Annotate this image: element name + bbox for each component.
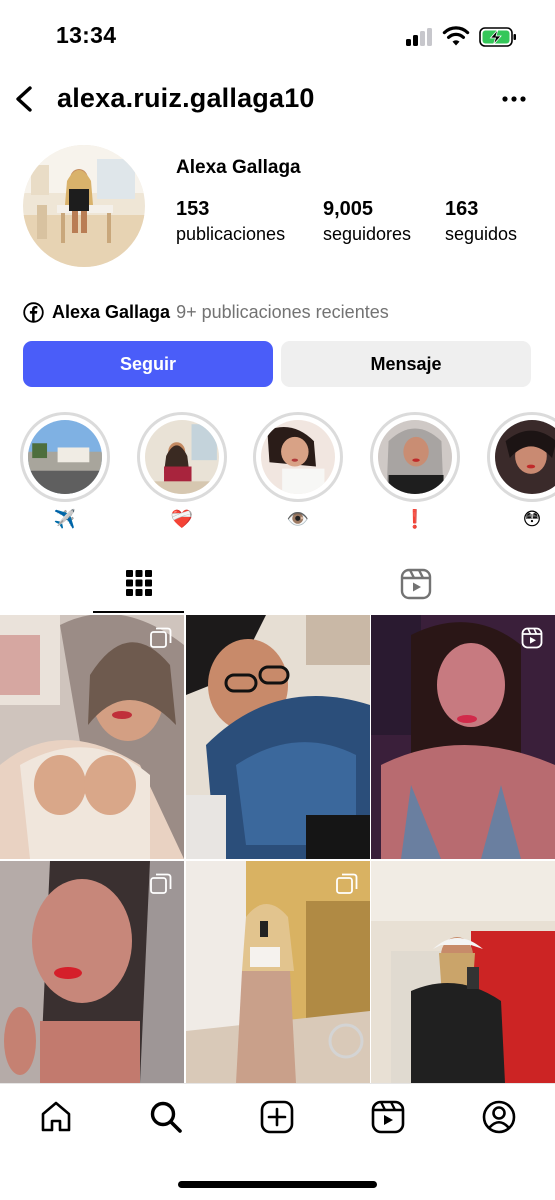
followers-label: seguidores bbox=[323, 224, 412, 244]
message-button[interactable]: Mensaje bbox=[281, 341, 531, 387]
highlight-cover bbox=[28, 420, 102, 494]
carousel-icon bbox=[336, 873, 358, 894]
reel-icon bbox=[521, 627, 543, 649]
post-thumbnail[interactable] bbox=[186, 861, 370, 1105]
create-post-icon[interactable] bbox=[259, 1099, 295, 1135]
search-icon[interactable] bbox=[148, 1099, 184, 1135]
battery-charging-icon bbox=[479, 27, 516, 47]
highlight-cover bbox=[261, 420, 335, 494]
follow-button[interactable]: Seguir bbox=[23, 341, 273, 387]
back-arrow-icon[interactable] bbox=[12, 83, 36, 115]
wifi-icon bbox=[442, 26, 470, 46]
cellular-signal-icon bbox=[406, 28, 434, 46]
post-image bbox=[186, 615, 370, 859]
home-icon[interactable] bbox=[38, 1099, 74, 1135]
post-thumbnail[interactable] bbox=[0, 615, 184, 859]
posts-stat[interactable]: 153 publicaciones bbox=[176, 196, 285, 246]
facebook-icon bbox=[23, 301, 44, 323]
highlight-label: ❤️‍🩹 bbox=[170, 509, 194, 530]
status-time: 13:34 bbox=[56, 22, 117, 48]
highlight-label: 😳 bbox=[522, 509, 542, 530]
followers-count: 9,005 bbox=[323, 198, 374, 220]
profile-username: alexa.ruiz.gallaga10 bbox=[57, 83, 315, 113]
tab-reels[interactable] bbox=[370, 560, 461, 613]
profile-icon[interactable] bbox=[481, 1099, 517, 1135]
followers-stat[interactable]: 9,005 seguidores bbox=[323, 196, 411, 246]
profile-display-name: Alexa Gallaga bbox=[176, 157, 301, 178]
story-highlight[interactable]: ❗ bbox=[370, 412, 460, 532]
story-highlight[interactable]: 👁️ bbox=[253, 412, 343, 532]
facebook-name: Alexa Gallaga bbox=[52, 301, 171, 322]
profile-avatar[interactable] bbox=[23, 145, 145, 267]
post-thumbnail[interactable] bbox=[0, 861, 184, 1105]
more-options-icon[interactable] bbox=[500, 87, 528, 111]
post-image bbox=[371, 861, 555, 1083]
status-bar: 13:34 bbox=[0, 0, 555, 75]
post-image bbox=[0, 615, 184, 859]
post-thumbnail[interactable] bbox=[371, 861, 555, 1105]
facebook-recent-posts: 9+ publicaciones recientes bbox=[176, 301, 389, 322]
highlight-ring bbox=[487, 412, 555, 502]
following-label: seguidos bbox=[445, 224, 518, 244]
story-highlight[interactable]: 😳 bbox=[487, 412, 555, 532]
reels-icon bbox=[400, 568, 431, 600]
reels-nav-icon[interactable] bbox=[370, 1099, 406, 1135]
following-stat[interactable]: 163 seguidos bbox=[445, 196, 517, 246]
bottom-navigation bbox=[0, 1083, 555, 1200]
highlight-ring bbox=[20, 412, 110, 502]
posts-label: publicaciones bbox=[176, 224, 286, 244]
highlight-cover bbox=[378, 420, 452, 494]
profile-header: alexa.ruiz.gallaga10 bbox=[0, 75, 555, 125]
post-thumbnail[interactable] bbox=[371, 615, 555, 859]
highlight-ring bbox=[370, 412, 460, 502]
highlight-label: ✈️ bbox=[53, 509, 77, 530]
facebook-link[interactable]: Alexa Gallaga 9+ publicaciones recientes bbox=[23, 300, 389, 324]
post-thumbnail[interactable] bbox=[186, 615, 370, 859]
highlight-cover bbox=[145, 420, 219, 494]
grid-icon bbox=[125, 570, 152, 596]
highlight-label: 👁️ bbox=[286, 509, 310, 530]
carousel-icon bbox=[150, 873, 172, 894]
tab-posts-grid[interactable] bbox=[93, 560, 184, 613]
avatar-photo bbox=[23, 145, 145, 267]
carousel-icon bbox=[150, 627, 172, 648]
post-image bbox=[371, 615, 555, 859]
following-count: 163 bbox=[445, 198, 479, 220]
highlight-ring bbox=[137, 412, 227, 502]
highlight-ring bbox=[253, 412, 343, 502]
highlight-cover bbox=[495, 420, 555, 494]
story-highlight[interactable]: ❤️‍🩹 bbox=[137, 412, 227, 532]
highlight-label: ❗ bbox=[403, 509, 427, 530]
posts-count: 153 bbox=[176, 198, 210, 220]
story-highlight[interactable]: ✈️ bbox=[20, 412, 110, 532]
home-indicator bbox=[178, 1181, 377, 1188]
